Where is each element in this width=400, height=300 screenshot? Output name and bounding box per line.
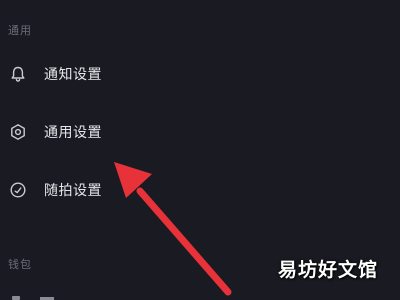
bell-icon bbox=[8, 64, 28, 84]
settings-item-general[interactable]: 通用设置 bbox=[0, 112, 400, 152]
settings-item-capture[interactable]: 随拍设置 bbox=[0, 170, 400, 210]
list-item[interactable] bbox=[0, 292, 60, 300]
section-header-wallet: 钱包 bbox=[8, 258, 32, 271]
partial-icon bbox=[12, 296, 20, 300]
check-circle-icon bbox=[8, 180, 28, 200]
section-header-general: 通用 bbox=[8, 24, 32, 37]
settings-item-label: 通知设置 bbox=[44, 67, 102, 83]
watermark: 易坊好文馆 bbox=[277, 259, 378, 281]
settings-item-notification[interactable]: 通知设置 bbox=[0, 54, 400, 94]
gear-icon bbox=[8, 122, 28, 142]
settings-item-label: 通用设置 bbox=[44, 125, 102, 141]
settings-item-label: 随拍设置 bbox=[44, 183, 102, 199]
